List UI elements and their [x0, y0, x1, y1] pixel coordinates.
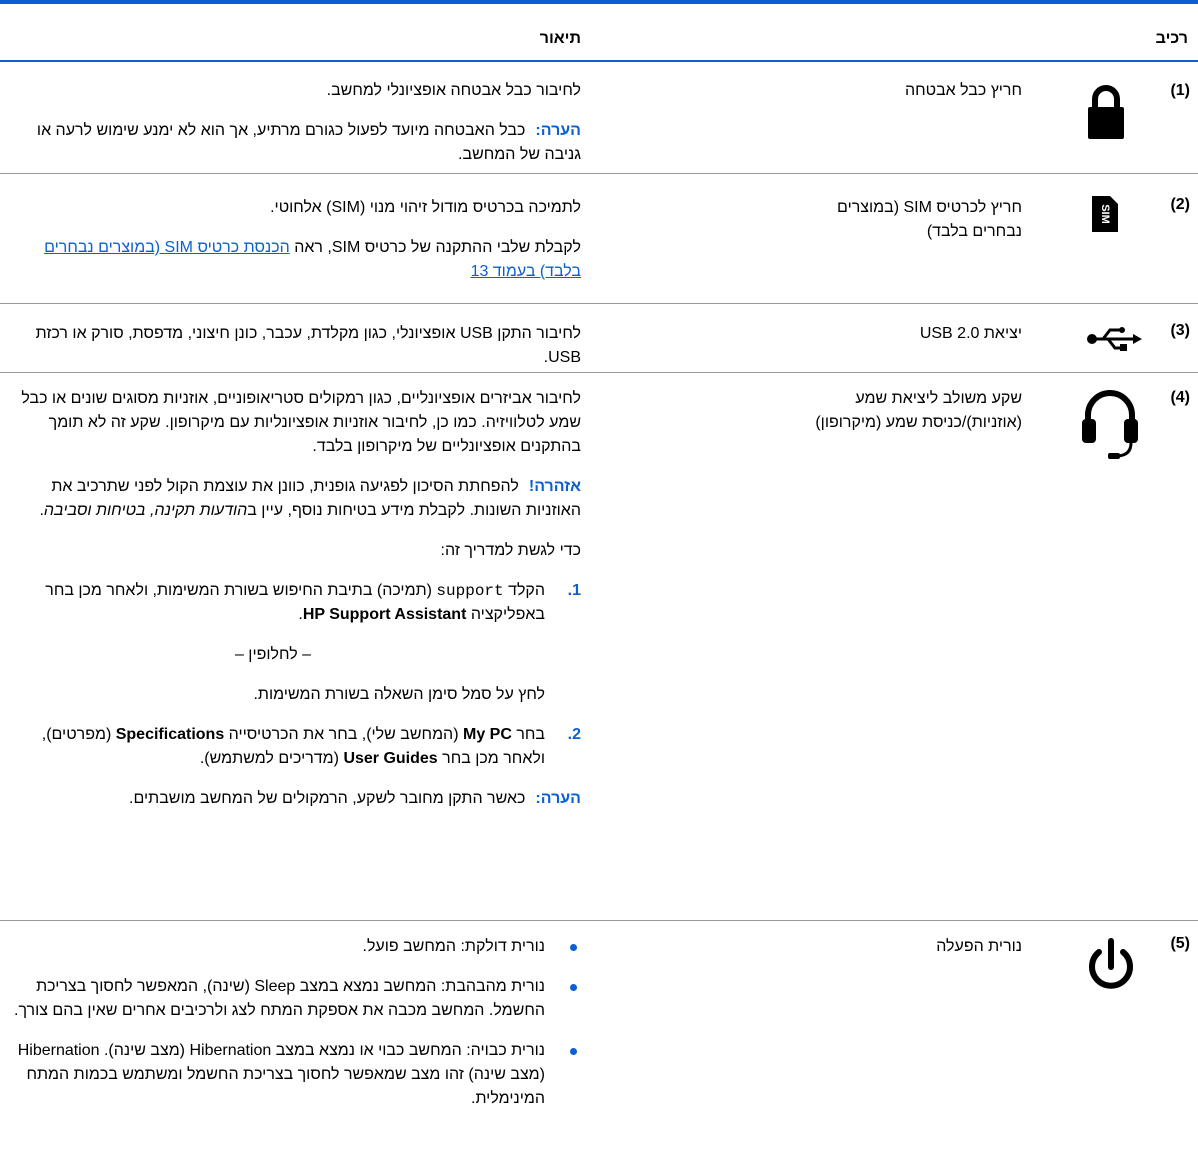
sim-card-icon: SIM: [1092, 196, 1118, 237]
step-text: (מדריכים למשתמש).: [199, 750, 339, 767]
row-number: (5): [1170, 935, 1190, 952]
note: הערה:כבל האבטחה מיועד לפעול כגורם מרתיע,…: [1, 119, 581, 167]
menu-my-pc: My PC: [462, 726, 512, 743]
column-header-description: תיאור: [539, 30, 581, 47]
step-1: 1. הקלד support (תמיכה) בתיבת החיפוש בשור…: [1, 579, 581, 627]
sim-install-text: לקבלת שלבי ההתקנה של כרטיס SIM, ראה: [294, 239, 581, 256]
row-number: (4): [1170, 389, 1190, 406]
usb-icon: [1086, 324, 1142, 359]
component-name: שקע משולב ליציאת שמע (אוזניות)/כניסת שמע…: [815, 390, 1022, 431]
headset-icon: [1080, 387, 1140, 468]
table-row: (3) יציאת USB 2.0 לחיבור התקן USB אופציו…: [0, 304, 1198, 373]
list-item: נורית מהבהבת: המחשב נמצא במצב Sleep (שינ…: [1, 975, 581, 1023]
row-number: (1): [1170, 82, 1190, 99]
bullet-text: נורית דולקת: המחשב פועל.: [362, 938, 546, 955]
app-name: HP Support Assistant: [302, 606, 467, 623]
warning-doc-title: הודעות תקינה, בטיחות וסביבה: [43, 502, 248, 519]
bullet-icon: [570, 944, 577, 951]
tab-specifications: Specifications: [115, 726, 225, 743]
alternative-text: לחץ על סמל סימן השאלה בשורת המשימות.: [253, 686, 545, 703]
note-text: כאשר התקן מחובר לשקע, הרמקולים של המחשב …: [129, 790, 526, 807]
bullet-text: נורית מהבהבת: המחשב נמצא במצב Sleep (שינ…: [14, 978, 545, 1019]
table-row: (2) SIM חריץ לכרטיס SIM (במוצרים נבחרים …: [0, 174, 1198, 304]
step-text: (המחשב שלי), בחר את הכרטיסייה: [228, 726, 459, 743]
description-text: לחיבור כבל אבטחה אופציונלי למחשב.: [326, 82, 581, 99]
sim-icon-text: SIM: [1099, 204, 1111, 224]
row-number: (2): [1170, 196, 1190, 213]
table-header: רכיב תיאור: [0, 4, 1198, 62]
search-term: support: [436, 582, 504, 600]
note-text: כבל האבטחה מיועד לפעול כגורם מרתיע, אך ה…: [36, 122, 581, 163]
column-header-component: רכיב: [1155, 30, 1188, 47]
power-icon: [1082, 935, 1140, 1000]
bullet-text: נורית כבויה: המחשב כבוי או נמצא במצב Hib…: [17, 1042, 545, 1107]
component-description: לחיבור אביזרים אופציונליים, כגון רמקולים…: [1, 387, 581, 827]
step-number: 2.: [567, 726, 581, 743]
guide-intro: כדי לגשת למדריך זה:: [440, 542, 581, 559]
menu-user-guides: User Guides: [343, 750, 438, 767]
alternative-separator: – לחלופין –: [234, 646, 312, 663]
bullet-icon: [570, 1048, 577, 1055]
note: הערה: כאשר התקן מחובר לשקע, הרמקולים של ה…: [1, 787, 581, 811]
note-label: הערה:: [535, 790, 581, 807]
warning: אזהרה!להפחתת הסיכון לפגיעה גופנית, כוונן…: [39, 478, 581, 519]
table-row: (5) נורית הפעלה נורית דולקת: המחשב פועל.…: [0, 921, 1198, 1164]
component-description: נורית דולקת: המחשב פועל. נורית מהבהבת: ה…: [1, 935, 581, 1127]
description-text: לחיבור התקן USB אופציונלי, כגון מקלדת, ע…: [35, 325, 581, 366]
component-name: יציאת USB 2.0: [919, 325, 1022, 342]
lock-icon: [1082, 80, 1130, 145]
component-description: לחיבור כבל אבטחה אופציונלי למחשב. הערה:כ…: [1, 79, 581, 183]
note-label: הערה:: [535, 122, 581, 139]
description-text: לתמיכה בכרטיס מודול זיהוי מנוי (SIM) אלח…: [270, 199, 581, 216]
step-2: 2. בחר My PC (המחשב שלי), בחר את הכרטיסיי…: [1, 723, 581, 771]
bullet-icon: [570, 984, 577, 991]
step-number: 1.: [567, 582, 581, 599]
row-number: (3): [1170, 322, 1190, 339]
component-name: חריץ כבל אבטחה: [904, 82, 1022, 99]
component-description: לתמיכה בכרטיס מודול זיהוי מנוי (SIM) אלח…: [1, 196, 581, 300]
component-name: נורית הפעלה: [936, 938, 1022, 955]
description-text: לקבלת שלבי ההתקנה של כרטיס SIM, ראה הכנס…: [1, 236, 581, 284]
table-row: (4) שקע משולב ליציאת שמע (אוזניות)/כניסת…: [0, 373, 1198, 921]
step-text: בחר: [516, 726, 545, 743]
list-item: נורית דולקת: המחשב פועל.: [1, 935, 581, 959]
step-text: הקלד: [508, 582, 545, 599]
description-text: לחיבור אביזרים אופציונליים, כגון רמקולים…: [21, 390, 581, 455]
component-name: חריץ לכרטיס SIM (במוצרים נבחרים בלבד): [837, 199, 1022, 240]
list-item: נורית כבויה: המחשב כבוי או נמצא במצב Hib…: [1, 1039, 581, 1111]
table-row: (1) חריץ כבל אבטחה לחיבור כבל אבטחה אופצ…: [0, 62, 1198, 174]
warning-label: אזהרה!: [528, 478, 581, 495]
